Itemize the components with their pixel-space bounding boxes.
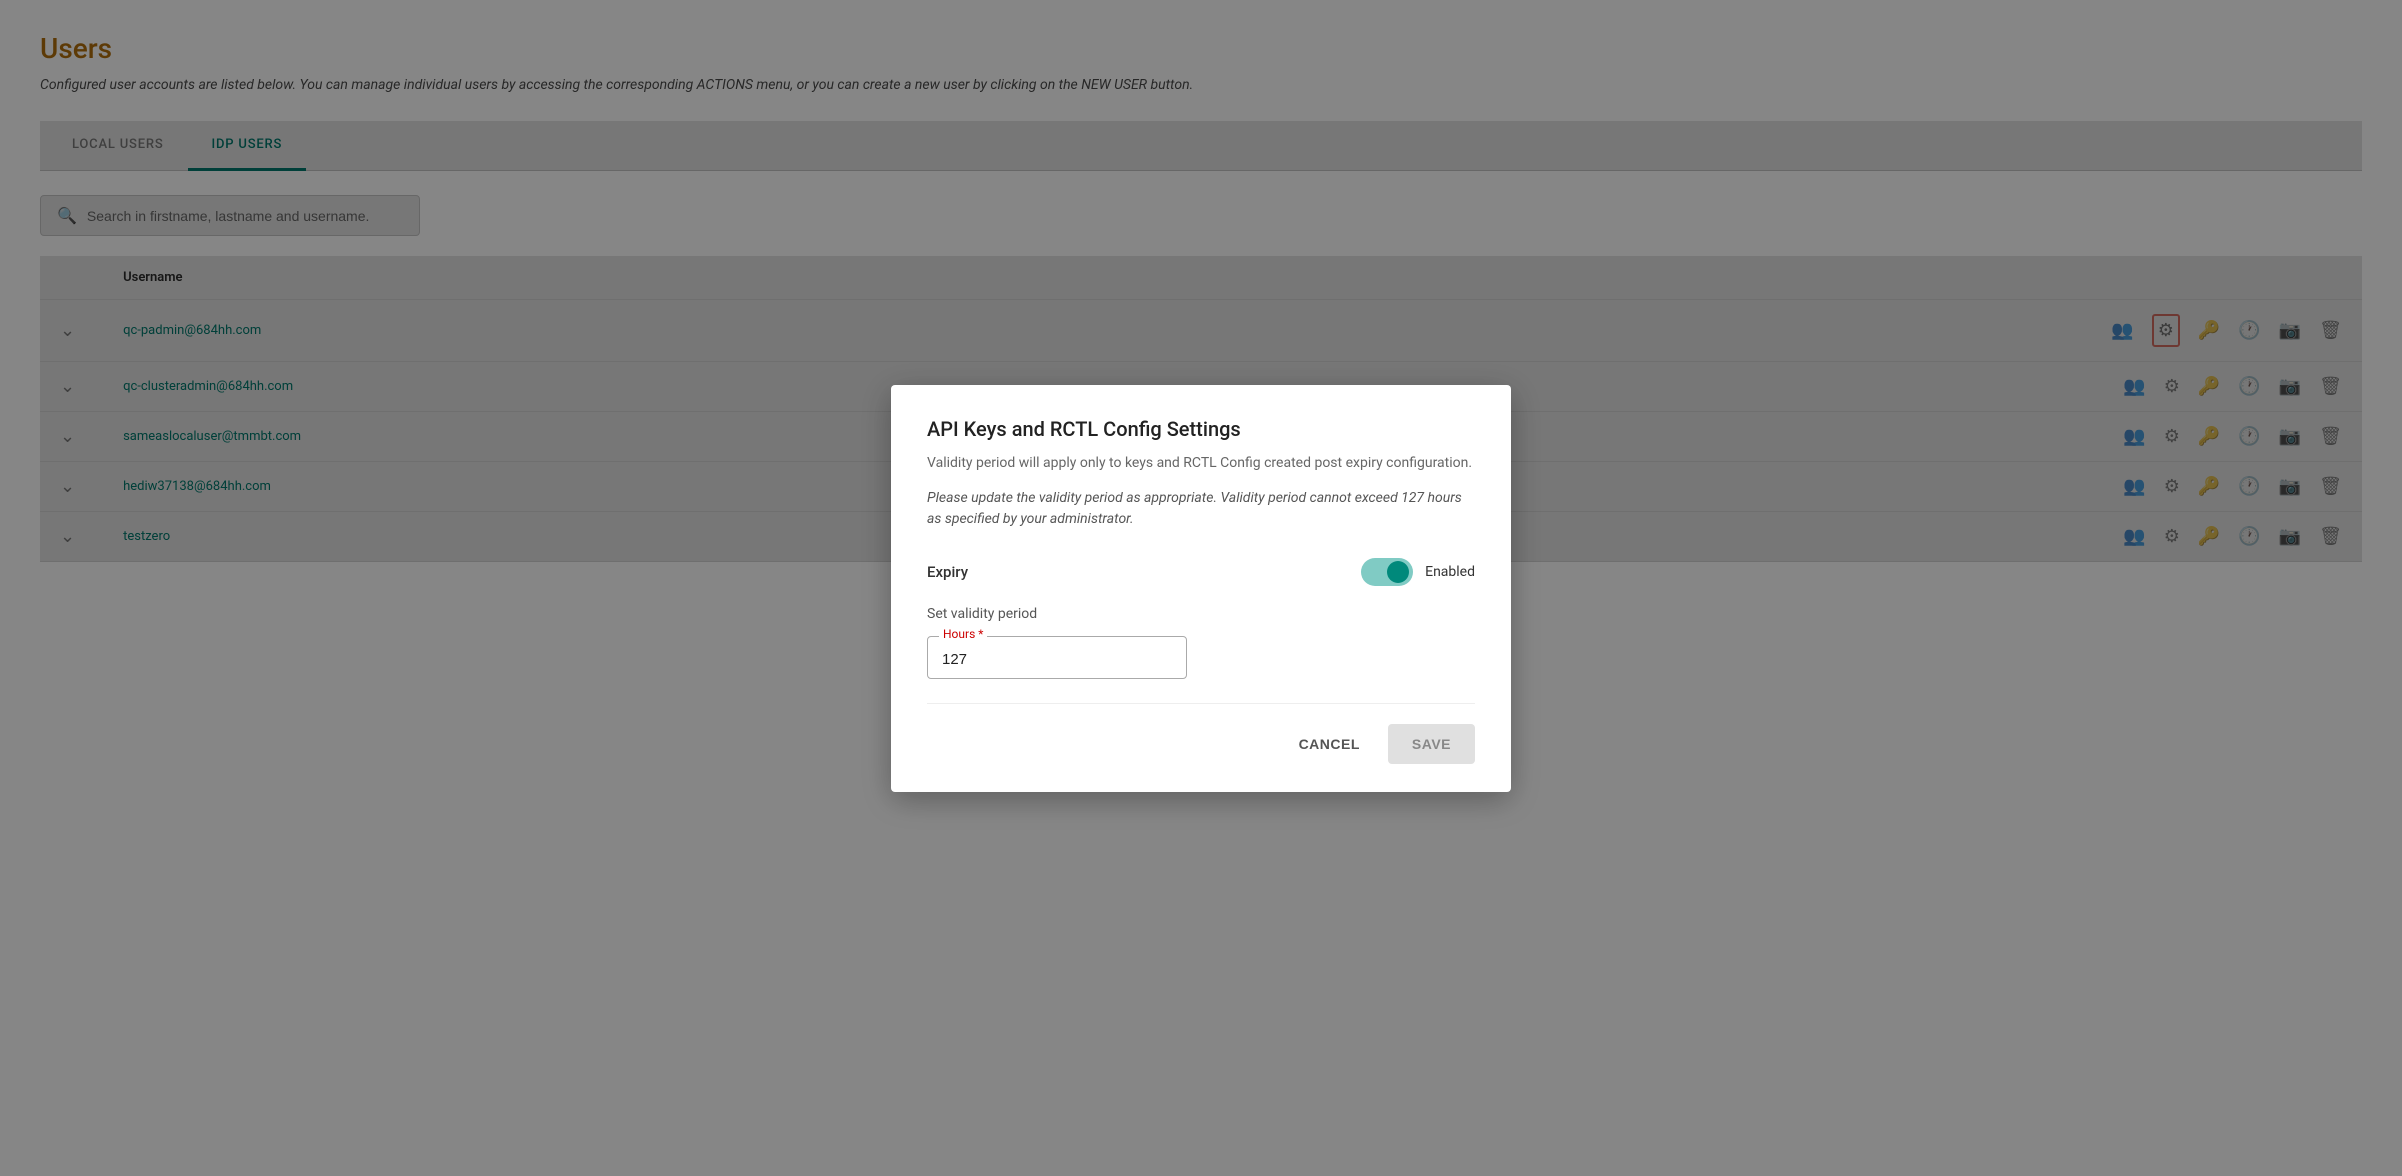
dialog-title: API Keys and RCTL Config Settings [927, 417, 1475, 441]
expiry-toggle[interactable] [1361, 558, 1413, 586]
save-button[interactable]: SAVE [1388, 724, 1475, 764]
hours-input[interactable] [927, 636, 1187, 679]
required-asterisk: * [975, 627, 983, 641]
hours-field-wrapper: Hours * [927, 636, 1187, 679]
dialog-note: Please update the validity period as app… [927, 488, 1475, 530]
dialog-divider [927, 703, 1475, 704]
validity-section-label: Set validity period [927, 606, 1475, 622]
hours-field-label: Hours * [939, 627, 987, 641]
toggle-state-label: Enabled [1425, 564, 1475, 580]
dialog-subtitle: Validity period will apply only to keys … [927, 453, 1475, 474]
modal-overlay: API Keys and RCTL Config Settings Validi… [0, 0, 2402, 1176]
toggle-slider [1361, 558, 1413, 586]
expiry-row: Expiry Enabled [927, 558, 1475, 586]
api-keys-dialog: API Keys and RCTL Config Settings Validi… [891, 385, 1511, 792]
expiry-label: Expiry [927, 563, 968, 581]
toggle-group: Enabled [1361, 558, 1475, 586]
dialog-actions: CANCEL SAVE [927, 724, 1475, 764]
cancel-button[interactable]: CANCEL [1279, 724, 1380, 764]
